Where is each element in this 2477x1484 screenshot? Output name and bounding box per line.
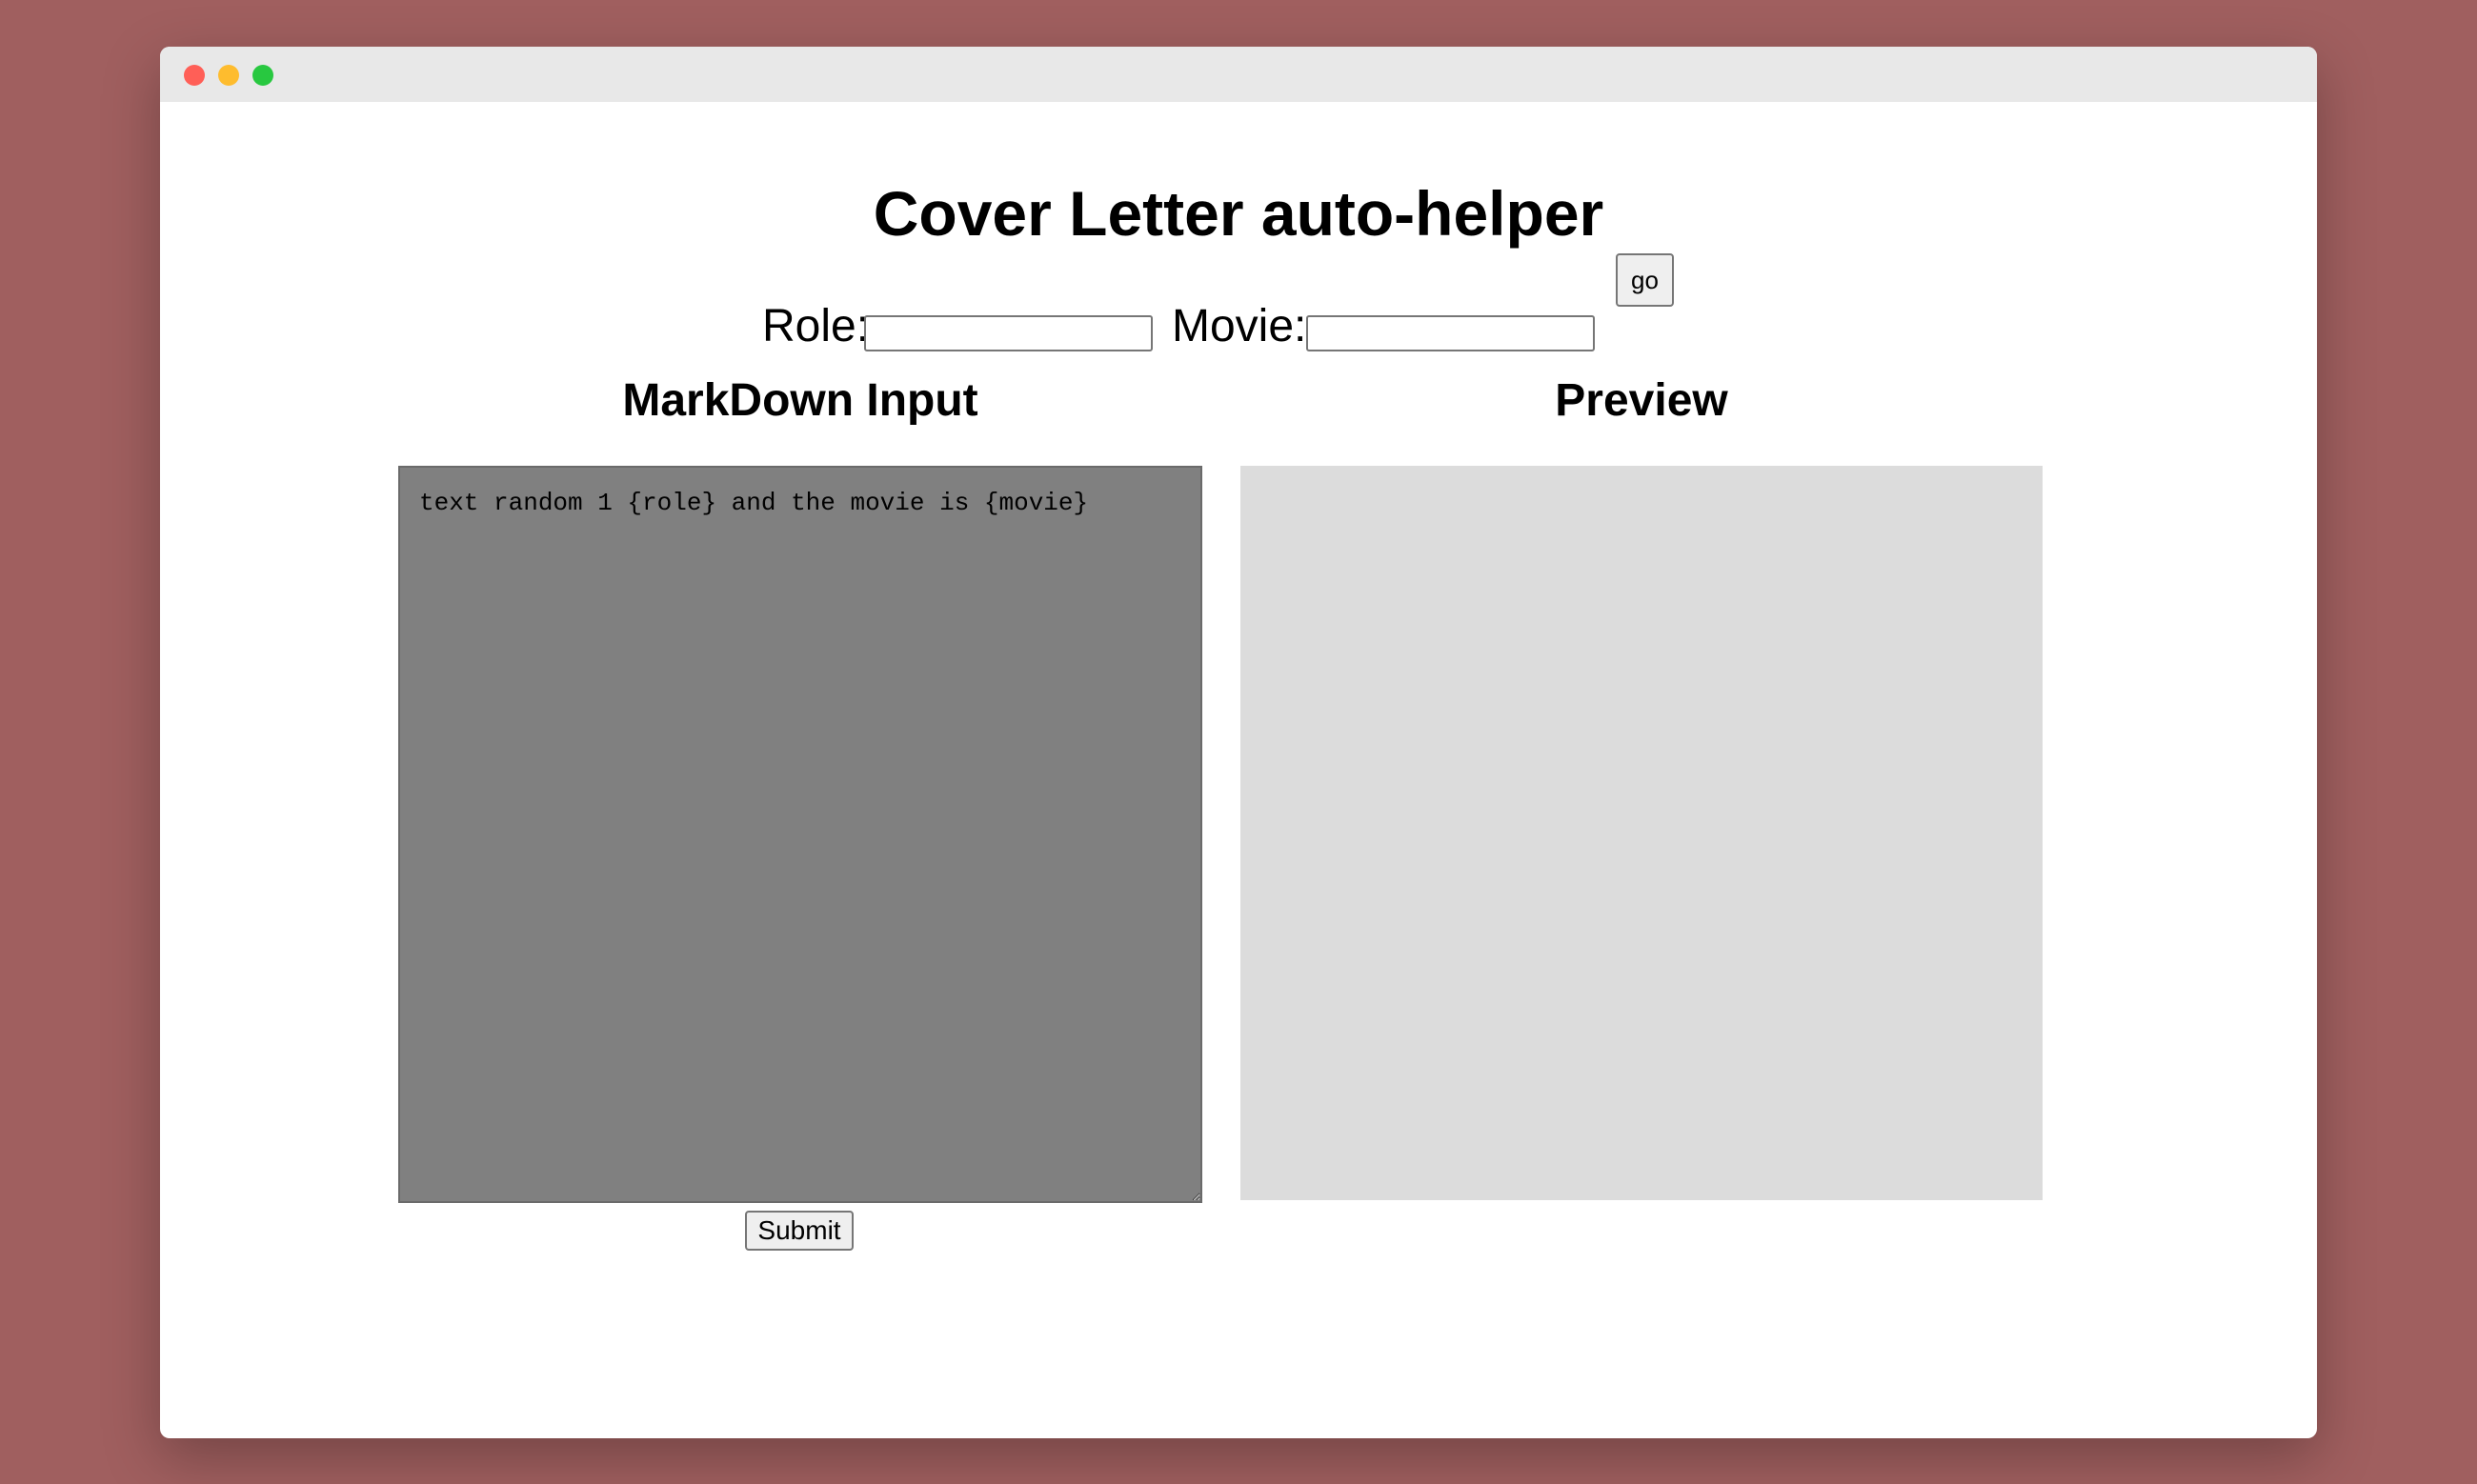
markdown-input-textarea[interactable]: text random 1 {role} and the movie is {m… xyxy=(398,466,1202,1203)
movie-input[interactable] xyxy=(1306,315,1595,351)
movie-label: Movie: xyxy=(1172,301,1307,351)
preview-pane xyxy=(1240,466,2043,1200)
window-titlebar xyxy=(160,47,2317,102)
maximize-window-icon[interactable] xyxy=(252,65,273,86)
preview-heading: Preview xyxy=(1555,375,1728,426)
browser-window: Cover Letter auto-helper Role: Movie: go… xyxy=(160,47,2317,1438)
go-button[interactable]: go xyxy=(1616,253,1674,307)
role-label: Role: xyxy=(762,301,870,351)
page-title: Cover Letter auto-helper xyxy=(873,178,1604,249)
close-window-icon[interactable] xyxy=(184,65,205,86)
markdown-input-heading: MarkDown Input xyxy=(622,375,978,426)
submit-button[interactable]: Submit xyxy=(745,1211,854,1251)
role-input[interactable] xyxy=(864,315,1153,351)
minimize-window-icon[interactable] xyxy=(218,65,239,86)
